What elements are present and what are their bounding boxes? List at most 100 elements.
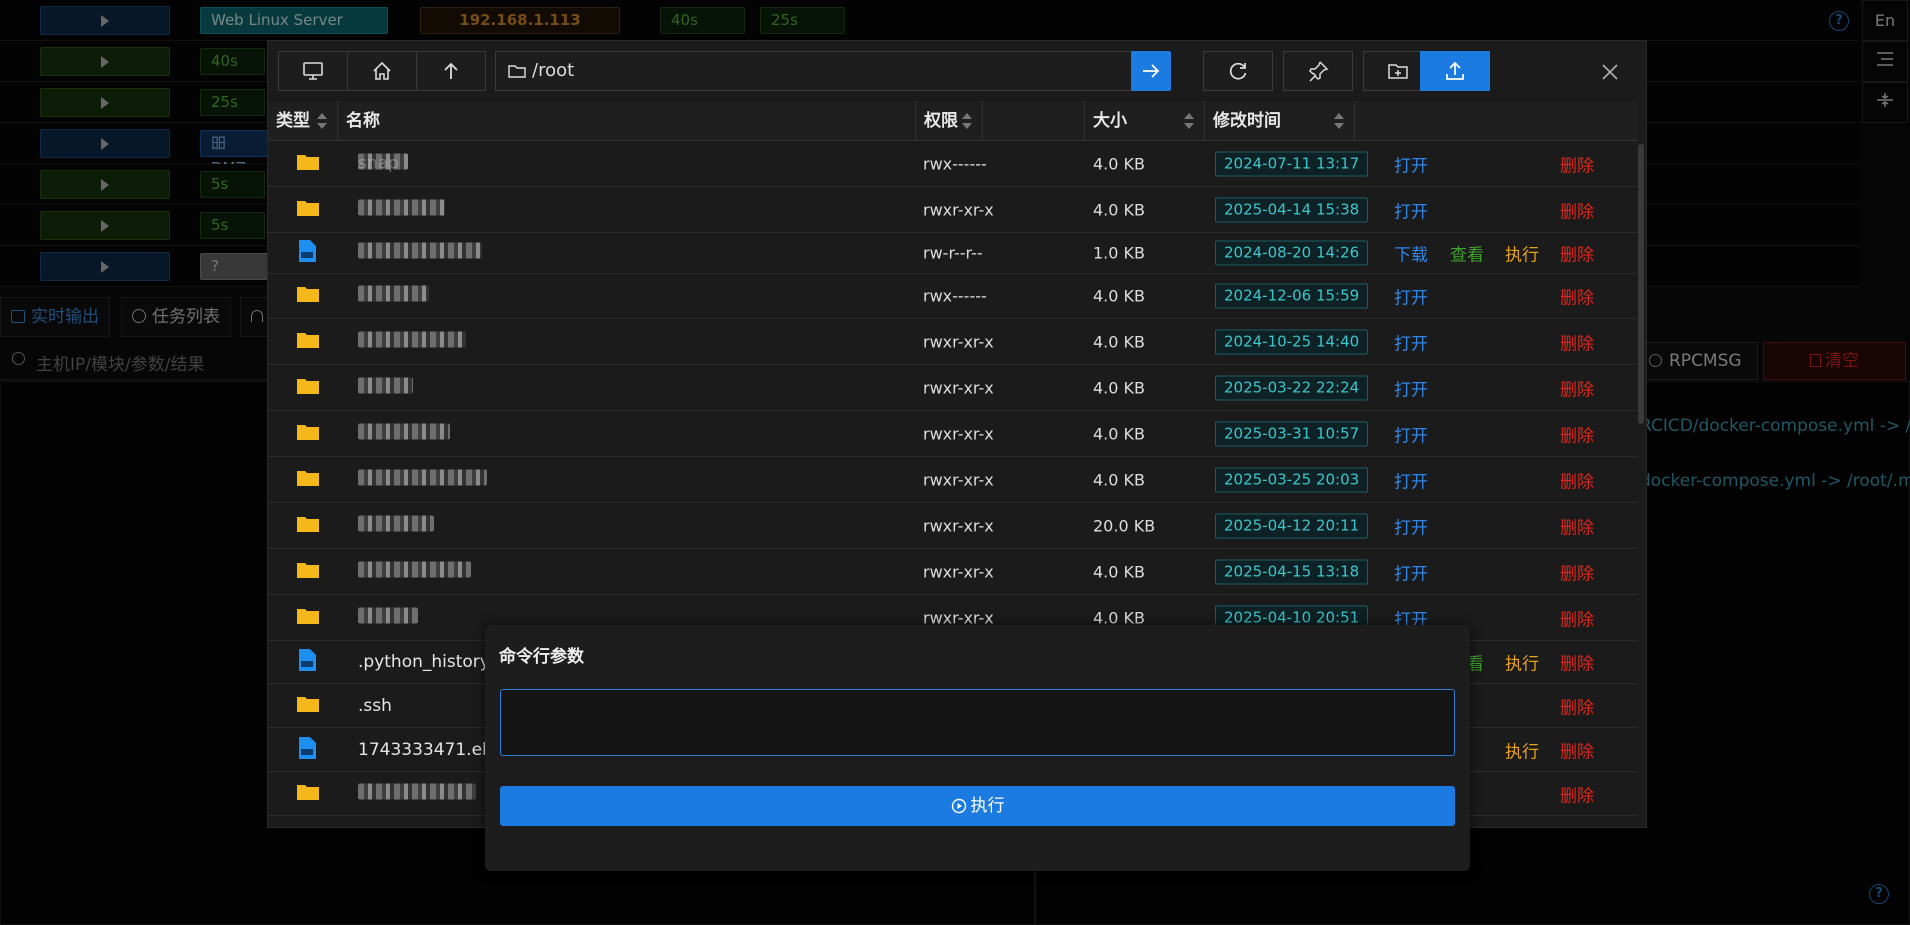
play-circle-icon (951, 798, 966, 814)
file-name[interactable]: snap (358, 153, 408, 175)
computer-button[interactable] (278, 51, 348, 91)
file-name[interactable]: .ssh (358, 696, 392, 716)
upload-button[interactable] (1420, 51, 1490, 91)
open-button[interactable]: 打开 (1394, 375, 1428, 400)
path-value: /root (532, 60, 575, 81)
execute-button[interactable]: 执行 (1505, 737, 1539, 762)
delete-button[interactable]: 删除 (1560, 737, 1594, 762)
folder-plus-icon (1388, 64, 1408, 79)
file-name[interactable] (358, 377, 413, 398)
run-button[interactable]: 执行 (500, 786, 1455, 826)
file-row[interactable]: rwxr-xr-x 4.0 KB 2025-03-31 10:57 打开 删除 (268, 411, 1638, 457)
file-name[interactable] (358, 783, 476, 804)
file-name[interactable] (358, 242, 482, 264)
delete-button[interactable]: 删除 (1560, 375, 1594, 400)
col-name[interactable]: 名称 (338, 101, 983, 141)
file-name[interactable] (358, 423, 450, 444)
col-size[interactable]: 大小 (1085, 101, 1205, 141)
folder-icon (296, 198, 320, 222)
col-mtime[interactable]: 修改时间 (1205, 101, 1355, 141)
delete-button[interactable]: 删除 (1560, 513, 1594, 538)
file-row[interactable]: snap rwx------ 4.0 KB 2024-07-11 13:17 打开 删除 (268, 142, 1638, 187)
open-button[interactable]: 打开 (1394, 197, 1428, 222)
open-button[interactable]: 打开 (1394, 152, 1428, 177)
open-button[interactable]: 打开 (1394, 467, 1428, 492)
execute-button[interactable]: 执行 (1505, 650, 1539, 675)
path-input[interactable]: /root (495, 51, 1139, 91)
parent-dir-button[interactable] (416, 51, 486, 91)
open-button[interactable]: 打开 (1394, 559, 1428, 584)
file-icon (296, 239, 318, 267)
pin-button[interactable] (1283, 51, 1353, 91)
exec-args-dialog: 命令行参数 执行 (485, 625, 1470, 871)
file-size: 4.0 KB (1093, 424, 1145, 443)
delete-button[interactable]: 删除 (1560, 284, 1594, 309)
file-row[interactable]: rwxr-xr-x 4.0 KB 2025-03-25 20:03 打开 删除 (268, 457, 1638, 503)
file-permissions: rwx------ (923, 154, 987, 174)
delete-button[interactable]: 删除 (1560, 197, 1594, 222)
file-row[interactable]: rwxr-xr-x 4.0 KB 2025-04-15 13:18 打开 删除 (268, 549, 1638, 595)
close-icon[interactable] (1599, 61, 1621, 83)
file-icon (296, 648, 318, 676)
file-icon (296, 736, 318, 764)
file-row[interactable]: rwx------ 4.0 KB 2024-12-06 15:59 打开 删除 (268, 274, 1638, 319)
file-row[interactable]: rwxr-xr-x 20.0 KB 2025-04-12 20:11 打开 删除 (268, 503, 1638, 549)
open-button[interactable]: 打开 (1394, 329, 1428, 354)
file-name[interactable] (358, 607, 418, 628)
open-button[interactable]: 打开 (1394, 513, 1428, 538)
execute-button[interactable]: 执行 (1505, 241, 1539, 266)
file-size: 20.0 KB (1093, 516, 1156, 535)
redacted-name (358, 515, 434, 531)
folder-icon (296, 694, 320, 718)
refresh-icon (1229, 62, 1247, 80)
file-mtime: 2024-08-20 14:26 (1215, 240, 1369, 266)
file-row[interactable]: rw-r--r-- 1.0 KB 2024-08-20 14:26 下载 查看 执行 删除 (268, 233, 1638, 274)
folder-open-icon (508, 65, 526, 78)
file-row[interactable]: rwxr-xr-x 4.0 KB 2025-04-14 15:38 打开 删除 (268, 187, 1638, 233)
redacted-name (358, 783, 476, 799)
sort-icon (1334, 113, 1344, 129)
delete-button[interactable]: 删除 (1560, 559, 1594, 584)
file-name[interactable] (358, 469, 487, 490)
delete-button[interactable]: 删除 (1560, 605, 1594, 630)
file-row[interactable]: rwxr-xr-x 4.0 KB 2025-03-22 22:24 打开 删除 (268, 365, 1638, 411)
file-name[interactable] (358, 285, 429, 307)
open-button[interactable]: 打开 (1394, 284, 1428, 309)
folder-icon (296, 330, 320, 354)
file-name[interactable] (358, 561, 471, 582)
delete-button[interactable]: 删除 (1560, 781, 1594, 806)
folder-icon (296, 422, 320, 446)
delete-button[interactable]: 删除 (1560, 693, 1594, 718)
file-permissions: rwx------ (923, 286, 987, 306)
file-name[interactable] (358, 515, 434, 536)
delete-button[interactable]: 删除 (1560, 152, 1594, 177)
file-size: 4.0 KB (1093, 200, 1145, 219)
file-permissions: rwxr-xr-x (923, 424, 994, 443)
go-button[interactable] (1131, 51, 1171, 91)
delete-button[interactable]: 删除 (1560, 467, 1594, 492)
file-name[interactable]: 1743333471.elf (358, 740, 493, 760)
download-button[interactable]: 下载 (1394, 241, 1428, 266)
scrollbar[interactable] (1638, 144, 1644, 424)
delete-button[interactable]: 删除 (1560, 329, 1594, 354)
args-textarea[interactable] (500, 689, 1455, 756)
file-name[interactable]: .python_history (358, 652, 490, 672)
view-button[interactable]: 查看 (1450, 241, 1484, 266)
file-name[interactable] (358, 331, 466, 352)
delete-button[interactable]: 删除 (1560, 241, 1594, 266)
file-mtime: 2025-04-14 15:38 (1215, 197, 1369, 222)
home-button[interactable] (347, 51, 417, 91)
open-button[interactable]: 打开 (1394, 421, 1428, 446)
folder-icon (296, 514, 320, 538)
refresh-button[interactable] (1203, 51, 1273, 91)
file-row[interactable]: rwxr-xr-x 4.0 KB 2024-10-25 14:40 打开 删除 (268, 319, 1638, 365)
file-size: 4.0 KB (1093, 154, 1145, 174)
file-name[interactable] (358, 199, 445, 220)
delete-button[interactable]: 删除 (1560, 421, 1594, 446)
file-permissions: rw-r--r-- (923, 243, 983, 263)
file-mtime: 2024-12-06 15:59 (1215, 283, 1369, 309)
col-type[interactable]: 类型 (268, 101, 338, 141)
file-size: 4.0 KB (1093, 378, 1145, 397)
delete-button[interactable]: 删除 (1560, 650, 1594, 675)
redacted-name (358, 607, 418, 623)
